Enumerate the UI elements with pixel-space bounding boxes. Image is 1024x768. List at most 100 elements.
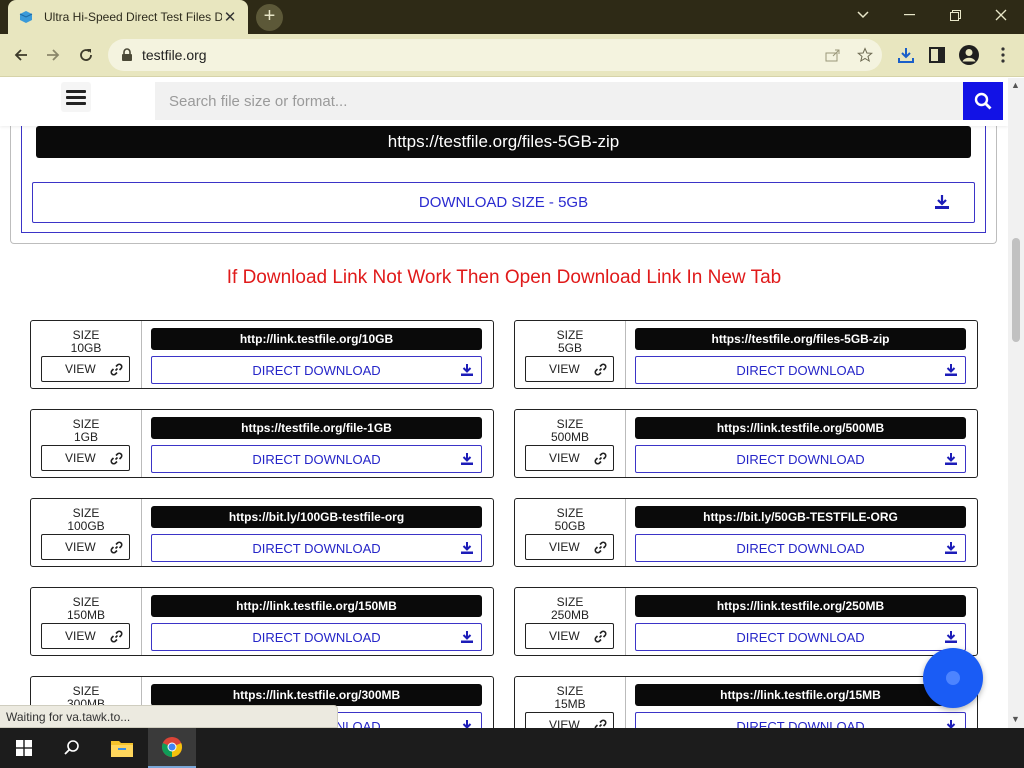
window-close-icon[interactable]: [978, 0, 1024, 30]
file-card: SIZE 10GB VIEW http://link.testfile.org/10G…: [30, 320, 494, 389]
file-size-label: SIZE 10GB: [31, 321, 141, 355]
search-button[interactable]: [963, 82, 1003, 120]
file-size-label: SIZE 5GB: [515, 321, 625, 355]
link-icon: [110, 363, 123, 379]
size-value: 50GB: [554, 519, 586, 533]
direct-download-button[interactable]: DIRECT DOWNLOAD: [151, 534, 482, 562]
direct-download-button[interactable]: DIRECT DOWNLOAD: [635, 534, 966, 562]
file-link[interactable]: https://link.testfile.org/250MB: [635, 595, 966, 617]
link-icon: [110, 630, 123, 646]
file-link[interactable]: https://link.testfile.org/500MB: [635, 417, 966, 439]
page-content: https://testfile.org/files-5GB-zip DOWNL…: [0, 78, 1008, 728]
file-link[interactable]: https://testfile.org/files-5GB-zip: [635, 328, 966, 350]
view-button[interactable]: VIEW: [525, 623, 614, 649]
file-card: SIZE 500MB VIEW https://link.testfile.org/5…: [514, 409, 978, 478]
file-link[interactable]: https://bit.ly/50GB-TESTFILE-ORG: [635, 506, 966, 528]
downloads-icon[interactable]: [893, 42, 919, 68]
tab-title: Ultra Hi-Speed Direct Test Files D: [44, 10, 222, 24]
file-card: SIZE 1GB VIEW https://testfile.org/file-1GB…: [30, 409, 494, 478]
address-bar[interactable]: testfile.org: [108, 39, 882, 71]
search-input[interactable]: [155, 82, 963, 120]
file-link[interactable]: http://link.testfile.org/10GB: [151, 328, 482, 350]
back-icon[interactable]: [8, 42, 34, 68]
card-divider: [141, 499, 142, 566]
view-button[interactable]: VIEW: [41, 623, 130, 649]
view-button[interactable]: VIEW: [525, 534, 614, 560]
search-icon: [974, 92, 992, 110]
restore-icon[interactable]: [932, 0, 978, 30]
chat-widget-button[interactable]: [923, 648, 983, 708]
direct-download-button[interactable]: DIRECT DOWNLOAD: [151, 623, 482, 651]
browser-tab-strip: Ultra Hi-Speed Direct Test Files D ✕ +: [0, 0, 1024, 34]
file-size-label: SIZE 50GB: [515, 499, 625, 533]
download-icon: [944, 452, 958, 469]
size-value: 5GB: [557, 341, 582, 355]
file-link[interactable]: https://testfile.org/file-1GB: [151, 417, 482, 439]
view-button[interactable]: VIEW: [525, 712, 614, 728]
featured-link[interactable]: https://testfile.org/files-5GB-zip: [36, 126, 971, 158]
view-button[interactable]: VIEW: [525, 445, 614, 471]
view-button[interactable]: VIEW: [41, 534, 130, 560]
download-icon: [460, 452, 474, 469]
direct-download-button[interactable]: DIRECT DOWNLOAD: [635, 356, 966, 384]
file-card: SIZE 15MB VIEW https://link.testfile.org/15…: [514, 676, 978, 728]
scroll-down-icon[interactable]: ▼: [1011, 714, 1020, 724]
more-menu-icon[interactable]: [990, 42, 1016, 68]
page-scrollbar[interactable]: ▲ ▼: [1008, 78, 1024, 728]
direct-download-button[interactable]: DIRECT DOWNLOAD: [151, 356, 482, 384]
size-value: 100GB: [67, 519, 105, 533]
scrollbar-thumb[interactable]: [1012, 238, 1020, 342]
forward-icon[interactable]: [40, 42, 66, 68]
view-button[interactable]: VIEW: [41, 445, 130, 471]
tab-search-icon[interactable]: [840, 0, 886, 30]
file-explorer-icon[interactable]: [98, 728, 146, 768]
file-card: SIZE 50GB VIEW https://bit.ly/50GB-TESTFILE…: [514, 498, 978, 567]
card-divider: [141, 588, 142, 655]
new-tab-button[interactable]: +: [256, 4, 283, 31]
direct-download-button[interactable]: DIRECT DOWNLOAD: [635, 445, 966, 473]
direct-download-button[interactable]: DIRECT DOWNLOAD: [151, 445, 482, 473]
size-value: 150MB: [66, 608, 106, 622]
file-link[interactable]: https://link.testfile.org/300MB: [151, 684, 482, 706]
card-divider: [625, 499, 626, 566]
file-size-label: SIZE 250MB: [515, 588, 625, 622]
lock-icon[interactable]: [120, 48, 134, 62]
card-divider: [625, 677, 626, 728]
direct-download-label: DIRECT DOWNLOAD: [736, 540, 865, 556]
view-button[interactable]: VIEW: [41, 356, 130, 382]
profile-avatar-icon[interactable]: [956, 42, 982, 68]
hamburger-menu-icon[interactable]: [61, 82, 91, 112]
direct-download-label: DIRECT DOWNLOAD: [252, 451, 381, 467]
direct-download-label: DIRECT DOWNLOAD: [736, 451, 865, 467]
minimize-icon[interactable]: [886, 0, 932, 30]
link-icon: [594, 452, 607, 468]
side-panel-icon[interactable]: [924, 42, 950, 68]
share-icon[interactable]: [824, 46, 842, 64]
browser-tab[interactable]: Ultra Hi-Speed Direct Test Files D ✕: [8, 0, 248, 34]
taskbar: [0, 728, 1024, 768]
direct-download-button[interactable]: DIRECT DOWNLOAD: [635, 623, 966, 651]
view-button[interactable]: VIEW: [525, 356, 614, 382]
link-icon: [594, 541, 607, 557]
bookmark-star-icon[interactable]: [856, 46, 874, 64]
view-label: VIEW: [65, 629, 96, 643]
windows-start-icon[interactable]: [0, 728, 48, 768]
direct-download-label: DIRECT DOWNLOAD: [252, 362, 381, 378]
file-link[interactable]: https://bit.ly/100GB-testfile-org: [151, 506, 482, 528]
download-icon: [460, 719, 474, 728]
file-card: SIZE 5GB VIEW https://testfile.org/files-5G…: [514, 320, 978, 389]
view-label: VIEW: [549, 540, 580, 554]
taskbar-search-icon[interactable]: [48, 728, 96, 768]
scroll-up-icon[interactable]: ▲: [1011, 80, 1020, 90]
reload-icon[interactable]: [73, 42, 99, 68]
file-link[interactable]: http://link.testfile.org/150MB: [151, 595, 482, 617]
direct-download-button[interactable]: DIRECT DOWNLOAD: [635, 712, 966, 728]
download-size-label: DOWNLOAD SIZE - 5GB: [418, 194, 589, 211]
tab-close-icon[interactable]: ✕: [222, 8, 238, 26]
size-value: 1GB: [73, 430, 98, 444]
chrome-taskbar-icon[interactable]: [148, 728, 196, 768]
file-link[interactable]: https://link.testfile.org/15MB: [635, 684, 966, 706]
direct-download-label: DIRECT DOWNLOAD: [736, 718, 865, 729]
download-size-button[interactable]: DOWNLOAD SIZE - 5GB: [32, 182, 975, 223]
link-icon: [110, 541, 123, 557]
